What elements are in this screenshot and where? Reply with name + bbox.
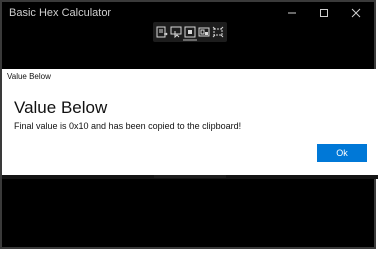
dialog-header: Value Below	[7, 72, 51, 81]
maximize-button[interactable]	[308, 2, 340, 24]
close-button[interactable]	[340, 2, 372, 24]
window-title: Basic Hex Calculator	[9, 7, 112, 19]
capture-icon	[198, 27, 210, 37]
ok-button[interactable]: Ok	[317, 144, 367, 162]
minimize-button[interactable]	[276, 2, 308, 24]
minimize-icon	[288, 12, 296, 14]
toolbar-drag-handle[interactable]	[183, 39, 197, 41]
export-button[interactable]	[156, 26, 169, 39]
pointer-button[interactable]	[170, 26, 183, 39]
background-panel-edge	[154, 175, 226, 178]
export-icon	[156, 26, 168, 38]
close-icon	[351, 8, 361, 18]
message-dialog: Value Below Value Below Final value is 0…	[2, 69, 378, 175]
dialog-title: Value Below	[14, 98, 108, 117]
dialog-message: Final value is 0x10 and has been copied …	[14, 121, 242, 131]
crop-icon	[212, 26, 224, 38]
crop-button[interactable]	[212, 26, 225, 39]
record-button[interactable]	[184, 26, 197, 39]
app-window: Basic Hex Calculator Value Below Value B…	[0, 0, 378, 249]
window-controls	[276, 2, 372, 24]
capture-button[interactable]	[198, 26, 211, 39]
record-icon	[184, 26, 196, 38]
pointer-icon	[170, 26, 182, 38]
maximize-icon	[320, 9, 328, 17]
title-bar[interactable]: Basic Hex Calculator	[2, 2, 374, 24]
